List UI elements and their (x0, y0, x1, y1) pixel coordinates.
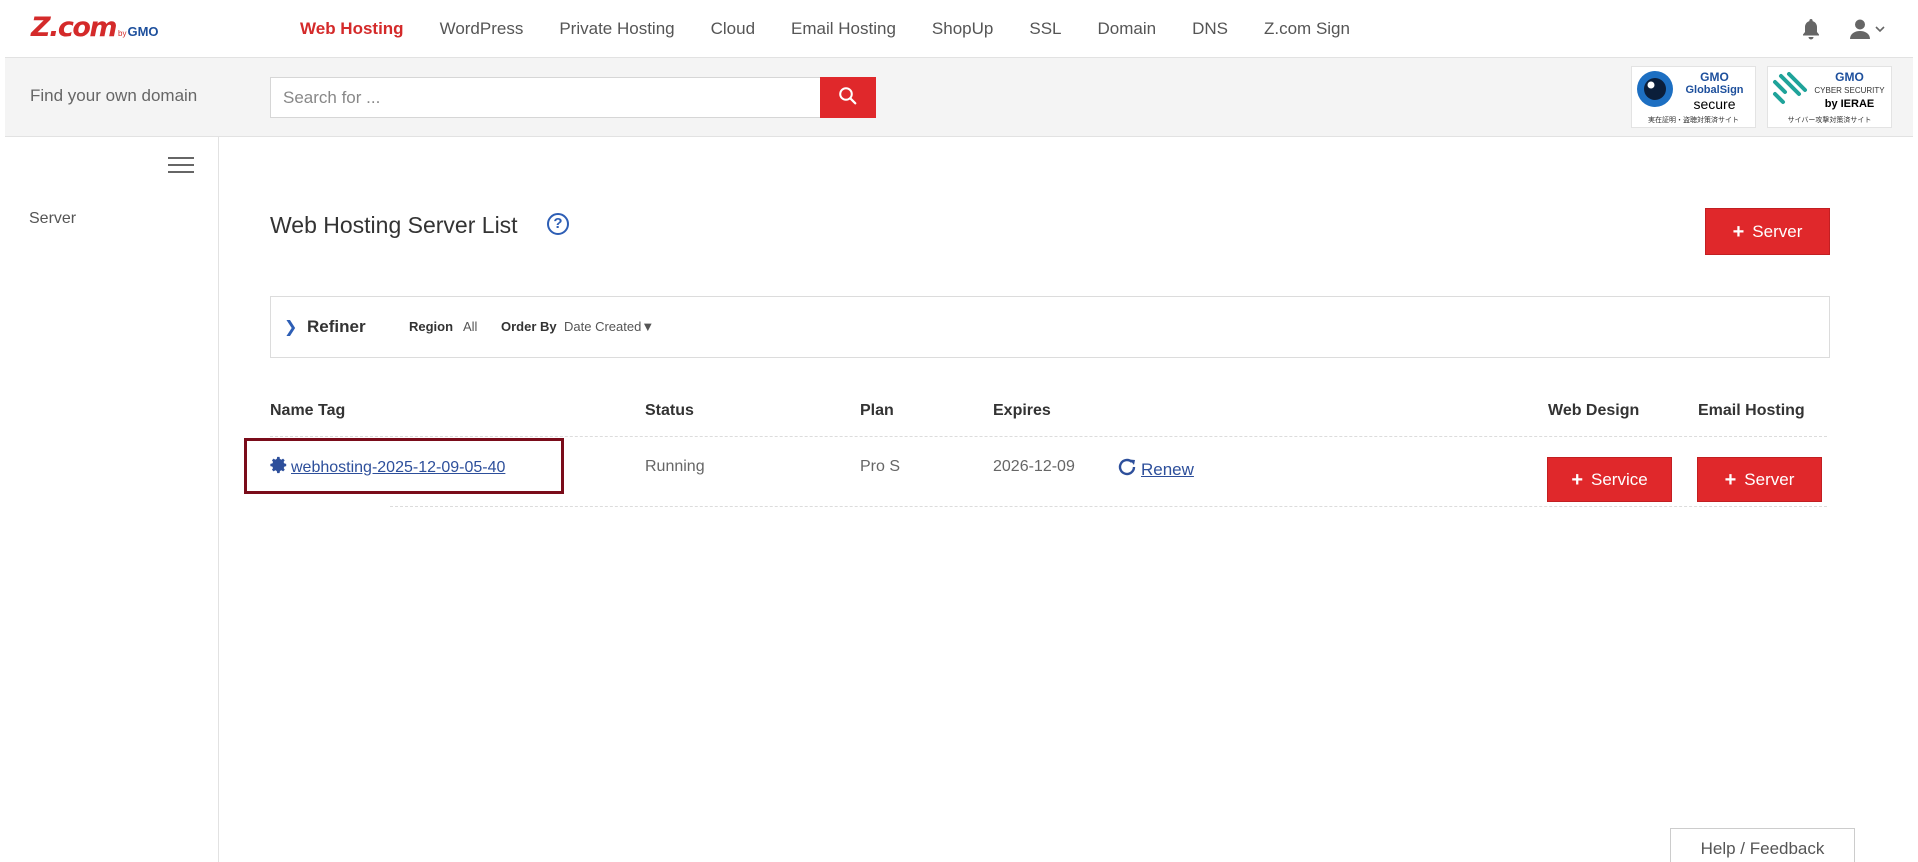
nav-private-hosting[interactable]: Private Hosting (559, 19, 674, 39)
ierae-security-badge[interactable]: GMO CYBER SECURITY by IERAE サイバー攻撃対策済サイト (1767, 66, 1892, 128)
search-button[interactable] (820, 77, 876, 118)
nav-zcom-sign[interactable]: Z.com Sign (1264, 19, 1350, 39)
zcom-logo[interactable]: Z.com by GMO (31, 12, 159, 43)
chevron-right-icon[interactable]: ❯ (284, 317, 297, 337)
region-select[interactable]: All (463, 319, 477, 334)
ierae-jp-text: サイバー攻撃対策済サイト (1787, 117, 1872, 124)
user-menu[interactable] (1849, 18, 1885, 40)
top-right-icons (1801, 18, 1885, 40)
add-server-label: Server (1752, 221, 1803, 241)
nav-domain[interactable]: Domain (1098, 19, 1157, 39)
nav-ssl[interactable]: SSL (1029, 19, 1061, 39)
renew-link[interactable]: Renew (1117, 458, 1194, 481)
ierae-gmo-text: GMO (1835, 70, 1864, 84)
plan-value: Pro S (860, 458, 901, 475)
user-icon (1849, 18, 1871, 40)
refresh-icon (1117, 458, 1139, 481)
table-header-divider (270, 436, 1827, 437)
domain-search-input[interactable] (270, 77, 823, 118)
ierae-logo-icon (1772, 71, 1808, 111)
plus-icon: + (1571, 468, 1583, 491)
nav-dns[interactable]: DNS (1192, 19, 1228, 39)
ierae-cyber-text: CYBER SECURITY (1814, 86, 1885, 95)
nav-shopup[interactable]: ShopUp (932, 19, 993, 39)
domain-search-bar: Find your own domain GMO GlobalSign secu… (5, 58, 1913, 137)
order-by-label: Order By (501, 319, 557, 334)
renew-label: Renew (1141, 459, 1194, 479)
question-icon[interactable]: ? (547, 213, 569, 235)
col-plan: Plan (860, 402, 894, 419)
logo-by: by (118, 29, 127, 38)
nav-cloud[interactable]: Cloud (711, 19, 755, 39)
find-domain-label: Find your own domain (30, 86, 198, 105)
server-name-link[interactable]: webhosting-2025-12-09-05-40 (270, 456, 505, 479)
sidebar: Server (5, 137, 219, 862)
region-label: Region (409, 319, 454, 334)
help-feedback-button[interactable]: Help / Feedback (1670, 828, 1855, 862)
page-title: Web Hosting Server List (270, 212, 518, 238)
refiner-toggle[interactable]: Refiner (307, 317, 366, 337)
eye-logo-icon (1636, 70, 1674, 113)
ierae-by-text: by IERAE (1824, 98, 1875, 110)
sidebar-item-server[interactable]: Server (29, 210, 76, 228)
globalsign-jp-text: 実在証明・盗聴対策済サイト (1648, 117, 1739, 124)
web-design-service-label: Service (1591, 469, 1648, 489)
col-status: Status (645, 402, 694, 419)
col-web-design: Web Design (1548, 402, 1640, 419)
web-design-service-button[interactable]: + Service (1547, 457, 1672, 502)
status-value: Running (645, 458, 705, 475)
globalsign-secure-badge[interactable]: GMO GlobalSign secure 実在証明・盗聴対策済サイト (1631, 66, 1756, 128)
search-icon (838, 86, 858, 109)
table-row-divider (390, 506, 1827, 507)
order-by-select[interactable]: Date Created▼ (564, 319, 654, 334)
col-expires: Expires (993, 402, 1051, 419)
bell-icon[interactable] (1801, 18, 1821, 40)
expires-value: 2026-12-09 (993, 458, 1075, 475)
server-name-text: webhosting-2025-12-09-05-40 (291, 458, 506, 476)
chevron-down-icon (1875, 25, 1885, 33)
top-navigation-bar: Z.com by GMO Web Hosting WordPress Priva… (5, 0, 1913, 58)
plus-icon: + (1724, 468, 1737, 491)
nav-wordpress[interactable]: WordPress (440, 19, 524, 39)
main-nav: Web Hosting WordPress Private Hosting Cl… (300, 0, 1386, 58)
globalsign-gmo-text: GMO (1700, 70, 1729, 84)
nav-email-hosting[interactable]: Email Hosting (791, 19, 896, 39)
logo-text: Z.com (31, 12, 118, 43)
logo-gmo: GMO (127, 24, 159, 39)
email-hosting-server-label: Server (1744, 469, 1795, 489)
menu-icon[interactable] (168, 157, 194, 175)
col-name-tag: Name Tag (270, 402, 346, 419)
gear-icon (270, 456, 288, 479)
refiner-panel: ❯ Refiner Region All Order By Date Creat… (270, 296, 1830, 358)
globalsign-secure-text: secure (1693, 96, 1736, 112)
add-server-button[interactable]: + Server (1705, 208, 1830, 255)
email-hosting-server-button[interactable]: + Server (1697, 457, 1822, 502)
col-email-hosting: Email Hosting (1698, 402, 1805, 419)
plus-icon: + (1732, 220, 1745, 243)
nav-web-hosting[interactable]: Web Hosting (300, 19, 404, 39)
